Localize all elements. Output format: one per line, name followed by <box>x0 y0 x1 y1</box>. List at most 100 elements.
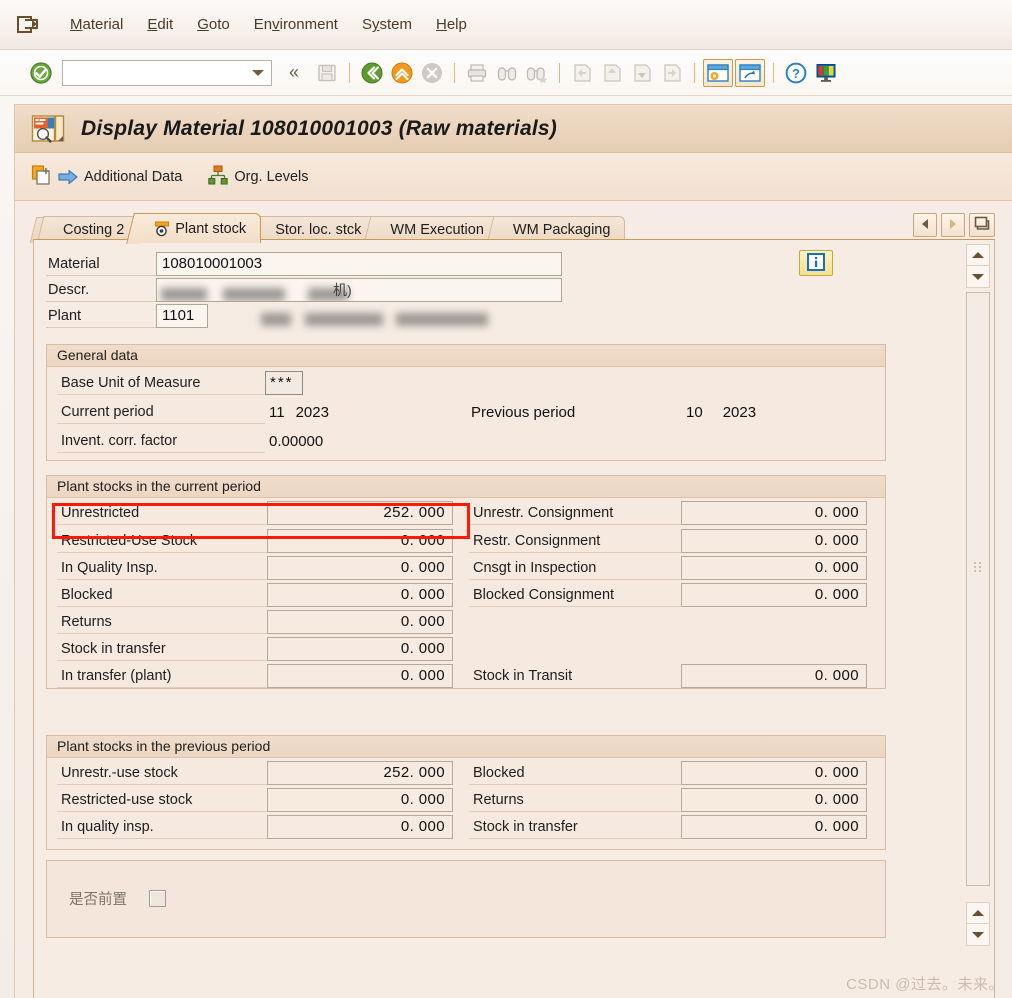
general-data-legend: General data <box>47 345 885 367</box>
restr-consignment-input[interactable]: 0. 000 <box>681 529 867 553</box>
in-quality-insp-input[interactable]: 0. 000 <box>267 556 453 580</box>
prev-in-quality-insp-label: In quality insp. <box>57 815 267 839</box>
create-shortcut-icon[interactable] <box>735 58 765 87</box>
last-page-icon <box>658 59 686 87</box>
row-prev-unrestr-use-stock: Unrestr.-use stock 252. 000 <box>57 761 453 785</box>
scroll-grip-icon <box>974 559 982 575</box>
prev-unrestr-use-stock-label: Unrestr.-use stock <box>57 761 267 785</box>
menu-item-environment[interactable]: Environment <box>242 14 350 35</box>
prev-returns-input[interactable]: 0. 000 <box>681 788 867 812</box>
menu-item-system[interactable]: System <box>350 14 424 35</box>
previous-period-year: 2023 <box>722 403 757 421</box>
stock-in-transfer-label: Stock in transfer <box>57 637 267 661</box>
row-unrestricted: Unrestricted 252. 000 <box>57 501 453 525</box>
exit-toolbar-icon[interactable] <box>388 59 416 87</box>
find-icon <box>493 59 521 87</box>
info-button[interactable] <box>799 250 833 276</box>
menu-item-help[interactable]: Help <box>424 14 479 35</box>
prev-restricted-use-stock-input[interactable]: 0. 000 <box>267 788 453 812</box>
row-prev-blocked: Blocked 0. 000 <box>469 761 867 785</box>
create-session-icon[interactable] <box>703 58 733 87</box>
tab-scroll-left-button[interactable] <box>913 213 937 237</box>
blocked-input[interactable]: 0. 000 <box>267 583 453 607</box>
prev-blocked-input[interactable]: 0. 000 <box>681 761 867 785</box>
enter-check-icon[interactable] <box>30 61 52 84</box>
row-in-quality-insp: In Quality Insp. 0. 000 <box>57 556 453 580</box>
scroll-down-button[interactable] <box>966 266 990 288</box>
stock-in-transfer-input[interactable]: 0. 000 <box>267 637 453 661</box>
unrestr-consignment-input[interactable]: 0. 000 <box>681 501 867 525</box>
menu-item-goto[interactable]: Goto <box>185 14 242 35</box>
command-input[interactable] <box>63 61 251 84</box>
unrestricted-input[interactable]: 252. 000 <box>267 501 453 525</box>
material-input[interactable]: 108010001003 <box>156 252 562 276</box>
tab-plant-stock[interactable]: Plant stock <box>138 213 262 243</box>
returns-input[interactable]: 0. 000 <box>267 610 453 634</box>
stock-in-transit-input[interactable]: 0. 000 <box>681 664 867 688</box>
general-data-group: General data Base Unit of Measure *** Cu… <box>46 344 886 461</box>
prev-stock-in-transfer-label: Stock in transfer <box>469 815 681 839</box>
row-prev-returns: Returns 0. 000 <box>469 788 867 812</box>
plant-description-redacted <box>261 310 488 326</box>
prev-restricted-use-stock-label: Restricted-use stock <box>57 788 267 812</box>
tab-list-icon <box>974 216 990 234</box>
in-transfer-plant-input[interactable]: 0. 000 <box>267 664 453 688</box>
prev-stock-in-transfer-input[interactable]: 0. 000 <box>681 815 867 839</box>
prev-in-quality-insp-input[interactable]: 0. 000 <box>267 815 453 839</box>
scroll-up-group <box>966 244 990 288</box>
menu-item-edit[interactable]: Edit <box>135 14 185 35</box>
menu-item-material[interactable]: Material <box>58 14 135 35</box>
vertical-scroll-track[interactable] <box>966 292 990 886</box>
scroll-page-down-button[interactable] <box>966 924 990 946</box>
tab-stor-loc-stck-label: Stor. loc. stck <box>275 222 362 238</box>
row-prev-restricted-use-stock: Restricted-use stock 0. 000 <box>57 788 453 812</box>
scroll-page-up-button[interactable] <box>966 902 990 924</box>
tab-list-button[interactable] <box>969 213 995 237</box>
cnsgt-in-inspection-input[interactable]: 0. 000 <box>681 556 867 580</box>
arrow-down-icon <box>972 273 984 280</box>
exit-icon[interactable] <box>16 14 40 36</box>
unrestricted-label: Unrestricted <box>57 501 267 525</box>
descr-redacted-overlay <box>161 283 348 301</box>
current-period-label: Current period <box>57 400 265 424</box>
org-levels-button[interactable]: Org. Levels <box>208 164 309 189</box>
main-window: Display Material 108010001003 (Raw mater… <box>14 104 1012 998</box>
prev-unrestr-use-stock-input[interactable]: 252. 000 <box>267 761 453 785</box>
menu-bar: Material Edit Goto Environment System He… <box>0 0 1012 50</box>
base-unit-input[interactable]: *** <box>265 371 303 395</box>
current-period-row: Current period 11 2023 <box>57 400 329 424</box>
back-icon[interactable] <box>358 59 386 87</box>
restricted-use-stock-input[interactable]: 0. 000 <box>267 529 453 553</box>
triangle-left-icon <box>920 217 930 233</box>
cancel-icon <box>418 59 446 87</box>
scroll-up-button[interactable] <box>966 244 990 266</box>
org-levels-icon <box>208 164 229 189</box>
chevron-down-icon[interactable] <box>251 65 265 81</box>
command-field[interactable] <box>62 59 272 86</box>
additional-data-button[interactable]: Additional Data <box>31 163 182 190</box>
material-label: Material <box>46 252 156 276</box>
descr-visible-tail: 机) <box>333 282 352 298</box>
double-chevron-left-icon[interactable]: « <box>280 59 308 87</box>
org-levels-label: Org. Levels <box>234 168 309 185</box>
plant-input[interactable]: 1101 <box>156 304 208 328</box>
print-icon <box>463 59 491 87</box>
tab-wm-execution-label: WM Execution <box>390 222 484 238</box>
row-in-transfer-plant: In transfer (plant) 0. 000 <box>57 664 453 688</box>
row-stock-in-transit: Stock in Transit 0. 000 <box>469 664 867 688</box>
customize-local-layout-icon[interactable] <box>812 59 840 87</box>
current-period-year: 2023 <box>295 403 329 421</box>
help-icon[interactable]: ? <box>782 59 810 87</box>
stock-in-transit-label: Stock in Transit <box>473 668 573 684</box>
returns-label: Returns <box>57 610 267 634</box>
tab-scroll-right-button[interactable] <box>941 213 965 237</box>
custom-checkbox[interactable] <box>149 890 166 907</box>
invent-corr-label: Invent. corr. factor <box>57 429 265 453</box>
plant-stock-icon <box>153 220 171 238</box>
find-next-icon <box>523 59 551 87</box>
previous-page-icon <box>598 59 626 87</box>
tab-costing-2-label: Costing 2 <box>63 222 125 238</box>
blocked-consignment-input[interactable]: 0. 000 <box>681 583 867 607</box>
descr-input[interactable]: 机) <box>156 278 562 302</box>
header-fields: Material 108010001003 Descr. 机) Plant 11… <box>46 252 876 330</box>
